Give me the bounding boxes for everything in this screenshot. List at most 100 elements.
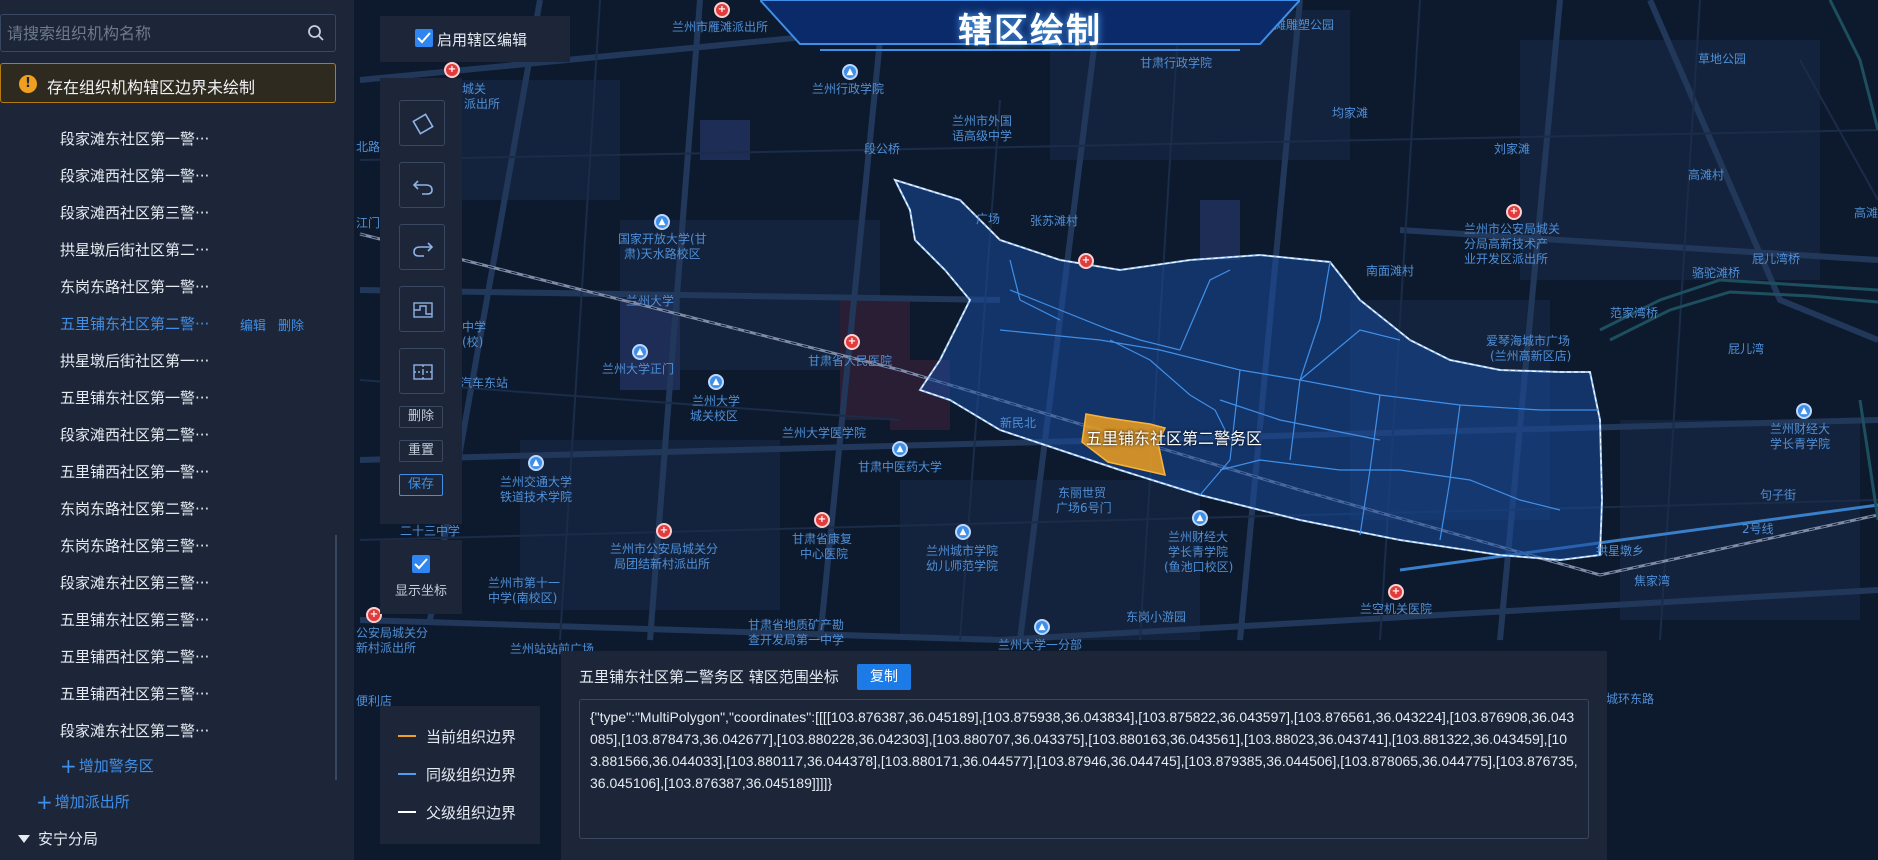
tree-item[interactable]: 段家滩西社区第三警···: [60, 202, 209, 226]
police-marker-icon[interactable]: +: [1506, 204, 1522, 220]
tree-item[interactable]: 东岗东路社区第三警···: [60, 535, 209, 559]
map-label: 草地公园: [1698, 52, 1747, 66]
tree-item[interactable]: 五里铺西社区第三警···: [60, 683, 209, 707]
redo-button[interactable]: [399, 224, 445, 270]
tree-item[interactable]: 五里铺西社区第一警···: [60, 461, 209, 485]
hospital-marker-icon[interactable]: +: [814, 512, 830, 528]
school-marker-icon[interactable]: ▲: [1192, 510, 1208, 526]
map-label: 学长青学院: [1168, 545, 1229, 559]
map-label: 城关: [462, 82, 487, 96]
map-label: 汽车东站: [460, 376, 509, 390]
map-label: (鱼池口校区): [1164, 560, 1234, 574]
coord-title: 五里铺东社区第二警务区 辖区范围坐标: [579, 668, 839, 686]
sidebar: ! 存在组织机构辖区边界未绘制 段家滩东社区第一警··· 段家滩西社区第一警··…: [0, 0, 354, 860]
undo-button[interactable]: [399, 162, 445, 208]
delete-link[interactable]: 删除: [278, 315, 304, 334]
map-label: 兰空机关医院: [1360, 602, 1433, 616]
area-highlight-label: 五里铺东社区第二警务区: [1086, 429, 1263, 448]
school-marker-icon[interactable]: ▲: [1796, 403, 1812, 419]
map-label: 甘肃省人民医院: [808, 354, 893, 368]
map-label: 中学: [462, 320, 487, 334]
school-marker-icon[interactable]: ▲: [632, 344, 648, 360]
police-marker-icon[interactable]: +: [656, 523, 672, 539]
map-label: 焦家湾: [1634, 574, 1671, 588]
map-label: 张苏滩村: [1030, 214, 1079, 228]
tree-item[interactable]: 段家滩东社区第二警···: [60, 720, 209, 744]
map-label: 中心医院: [800, 547, 849, 561]
police-marker-icon[interactable]: +: [444, 62, 460, 78]
hospital-marker-icon[interactable]: +: [844, 334, 860, 350]
hospital-marker-icon[interactable]: +: [714, 2, 730, 18]
map-label: 广场6号门: [1056, 501, 1112, 515]
tree-item[interactable]: 东岗东路社区第一警···: [60, 276, 209, 300]
tree-item[interactable]: 东岗东路社区第二警···: [60, 498, 209, 522]
save-button[interactable]: 保存: [399, 474, 443, 496]
tree-item[interactable]: 段家滩东社区第三警···: [60, 572, 209, 596]
school-marker-icon[interactable]: ▲: [892, 441, 908, 457]
page-title: 辖区绘制: [958, 11, 1102, 51]
warning-text: 存在组织机构辖区边界未绘制: [47, 78, 256, 97]
tree-item[interactable]: 拱星墩后街社区第一···: [60, 350, 209, 374]
map-label: 派出所: [464, 97, 501, 111]
map-label: 高滩: [1854, 206, 1878, 220]
show-coords-toggle[interactable]: 显示坐标: [380, 540, 462, 614]
map-label: 拱星墩乡: [1596, 544, 1645, 558]
merge-icon: [413, 302, 433, 318]
map-label: 学长青学院: [1770, 437, 1831, 451]
tree-scrollbar[interactable]: [335, 535, 337, 780]
hospital-marker-icon[interactable]: +: [1078, 253, 1094, 269]
tree-item[interactable]: 五里铺西社区第二警···: [60, 646, 209, 670]
tree-branch[interactable]: 安宁分局: [18, 828, 98, 849]
map-label: 兰州大学: [692, 394, 741, 408]
split-button[interactable]: [399, 348, 445, 394]
map-label: 骆驼滩桥: [1692, 266, 1741, 280]
tree-item[interactable]: 拱星墩后街社区第二···: [60, 239, 209, 263]
merge-button[interactable]: [399, 286, 445, 332]
search-box: [0, 14, 336, 52]
school-marker-icon[interactable]: ▲: [842, 64, 858, 80]
map-label: 屁儿湾桥: [1752, 252, 1801, 266]
copy-button[interactable]: 复制: [857, 664, 911, 690]
enable-edit-checkbox[interactable]: [415, 29, 433, 47]
map-label: 甘肃省地质矿产勘: [748, 618, 845, 632]
tree-item[interactable]: 五里铺东社区第三警···: [60, 609, 209, 633]
add-area-button[interactable]: + 增加警务区: [60, 754, 154, 778]
map-label: 句子街: [1760, 488, 1797, 502]
search-input[interactable]: [7, 15, 297, 51]
coord-textarea[interactable]: {"type":"MultiPolygon","coordinates":[[[…: [579, 699, 1589, 839]
tree-item[interactable]: 段家滩东社区第一警···: [60, 128, 209, 152]
map-label: 甘肃中医药大学: [858, 460, 943, 474]
show-coords-checkbox[interactable]: [412, 555, 430, 573]
map-label: 国家开放大学(甘: [618, 232, 707, 246]
add-station-button[interactable]: + 增加派出所: [36, 790, 130, 814]
polygon-draw-button[interactable]: [399, 100, 445, 146]
legend-label: 父级组织边界: [426, 804, 517, 822]
map-label: 范家湾桥: [1610, 306, 1659, 320]
map-label: 屁儿湾: [1728, 342, 1765, 356]
tree-item[interactable]: 段家滩西社区第一警···: [60, 165, 209, 189]
draw-toolbar: 删除 重置 保存: [380, 78, 462, 524]
plus-icon: +: [60, 754, 77, 778]
school-marker-icon[interactable]: ▲: [708, 374, 724, 390]
school-marker-icon[interactable]: ▲: [1034, 619, 1050, 635]
delete-button[interactable]: 删除: [399, 406, 443, 428]
map-label: 甘肃行政学院: [1140, 56, 1213, 70]
edit-link[interactable]: 编辑: [240, 315, 266, 334]
legend-swatch: [398, 735, 416, 737]
map-label: 兰州财经大: [1168, 530, 1229, 544]
map-label: 中学(南校区): [488, 591, 558, 605]
tree-item-active[interactable]: 五里铺东社区第二警···: [60, 313, 209, 337]
map-label: 城环东路: [1606, 692, 1655, 706]
enable-edit-label: 启用辖区编辑: [437, 31, 528, 49]
school-marker-icon[interactable]: ▲: [528, 455, 544, 471]
enable-edit-toggle[interactable]: 启用辖区编辑: [380, 16, 570, 62]
map-label: 局团结新村派出所: [614, 557, 711, 571]
school-marker-icon[interactable]: ▲: [955, 524, 971, 540]
map-label: 甘肃省康复: [792, 532, 853, 546]
tree-item[interactable]: 段家滩西社区第二警···: [60, 424, 209, 448]
reset-button[interactable]: 重置: [399, 440, 443, 462]
search-icon[interactable]: [307, 24, 325, 42]
tree-item[interactable]: 五里铺东社区第一警···: [60, 387, 209, 411]
hospital-marker-icon[interactable]: +: [1388, 584, 1404, 600]
school-marker-icon[interactable]: ▲: [654, 214, 670, 230]
